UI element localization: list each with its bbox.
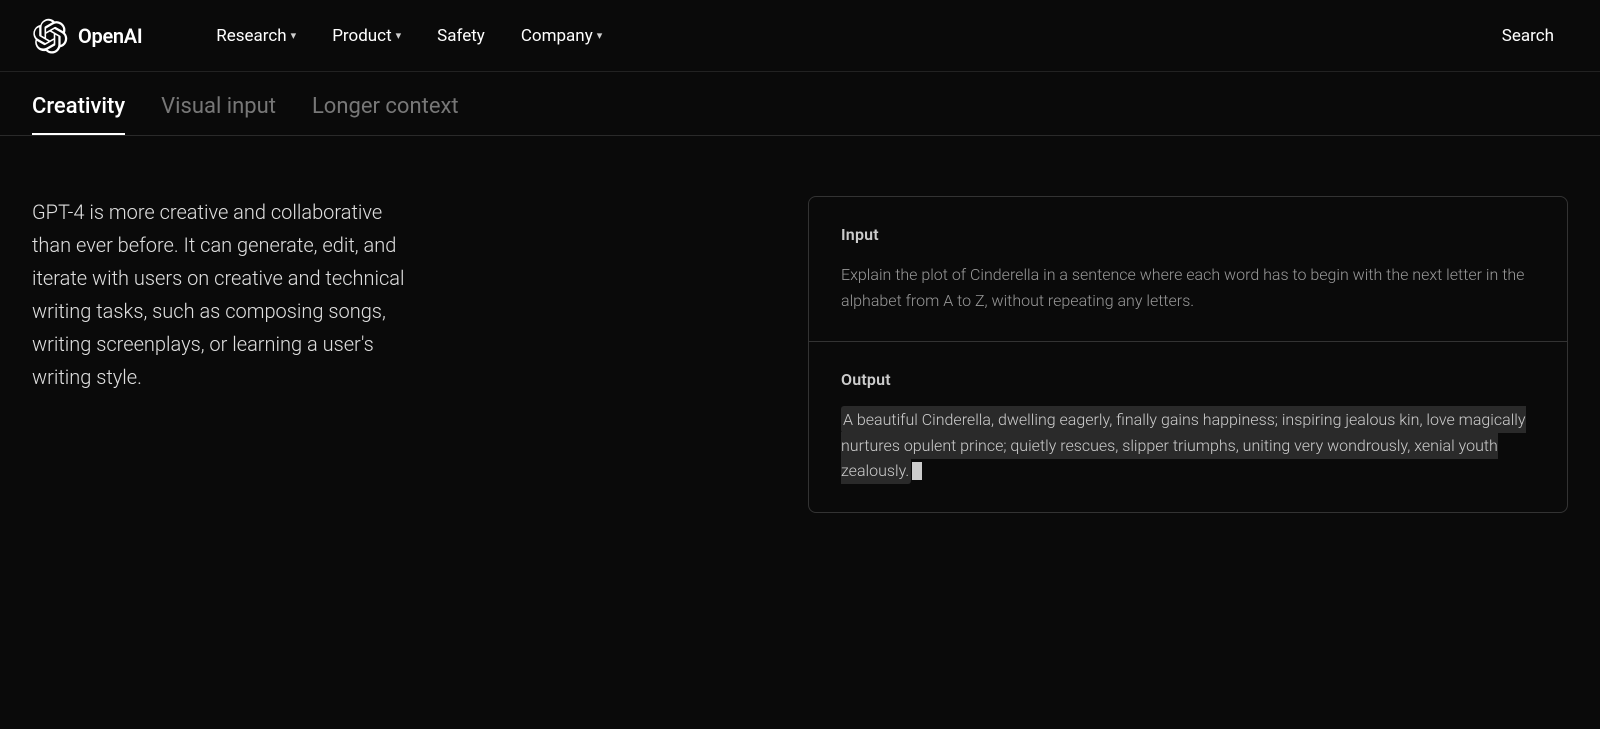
logo-text: OpenAI <box>78 24 142 48</box>
nav-safety[interactable]: Safety <box>423 18 499 54</box>
logo[interactable]: OpenAI <box>32 18 142 54</box>
tab-longer-context[interactable]: Longer context <box>312 94 459 135</box>
description-text: GPT-4 is more creative and collaborative… <box>32 196 412 394</box>
output-label: Output <box>841 370 1535 389</box>
tabs-bar: Creativity Visual input Longer context <box>0 72 1600 136</box>
input-text: Explain the plot of Cinderella in a sent… <box>841 262 1535 313</box>
search-label: Search <box>1502 26 1554 46</box>
navigation: OpenAI Research ▾ Product ▾ Safety Compa… <box>0 0 1600 72</box>
tab-creativity[interactable]: Creativity <box>32 94 125 135</box>
cursor-indicator <box>912 462 922 480</box>
nav-company-label: Company <box>521 26 593 46</box>
nav-research[interactable]: Research ▾ <box>202 18 310 54</box>
nav-research-label: Research <box>216 26 286 46</box>
tab-visual-input[interactable]: Visual input <box>161 94 276 135</box>
output-text: A beautiful Cinderella, dwelling eagerly… <box>841 407 1535 484</box>
nav-links: Research ▾ Product ▾ Safety Company ▾ <box>202 18 1487 54</box>
demo-panel: Input Explain the plot of Cinderella in … <box>808 196 1568 513</box>
nav-company[interactable]: Company ▾ <box>507 18 616 54</box>
main-content: GPT-4 is more creative and collaborative… <box>0 136 1600 553</box>
nav-safety-label: Safety <box>437 26 485 46</box>
search-button[interactable]: Search <box>1488 18 1568 54</box>
nav-product-label: Product <box>332 26 391 46</box>
openai-logo-icon <box>32 18 68 54</box>
nav-product[interactable]: Product ▾ <box>318 18 415 54</box>
input-section: Input Explain the plot of Cinderella in … <box>809 197 1567 342</box>
output-section: Output A beautiful Cinderella, dwelling … <box>809 342 1567 512</box>
description-column: GPT-4 is more creative and collaborative… <box>32 196 412 513</box>
company-chevron-icon: ▾ <box>597 29 603 42</box>
research-chevron-icon: ▾ <box>291 29 297 42</box>
input-label: Input <box>841 225 1535 244</box>
product-chevron-icon: ▾ <box>396 29 402 42</box>
